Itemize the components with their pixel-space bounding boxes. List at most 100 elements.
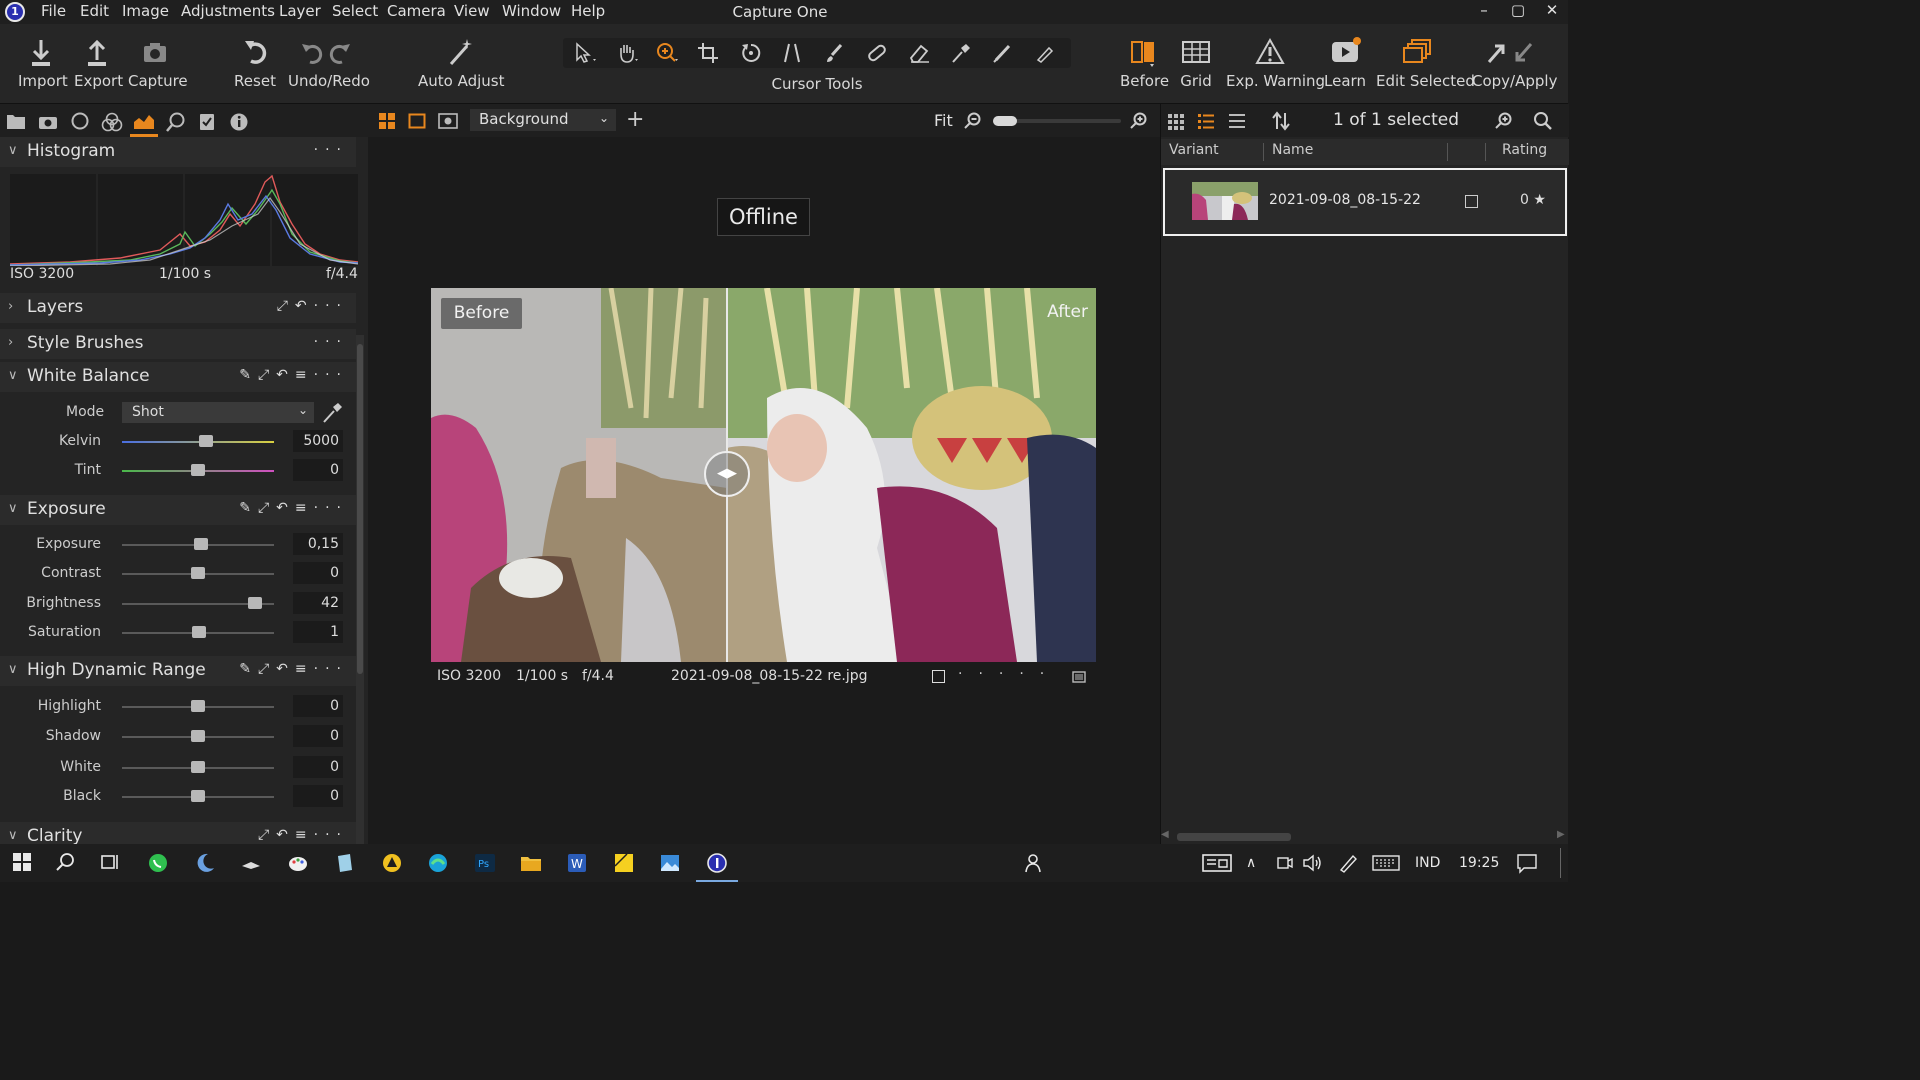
volume-icon[interactable] xyxy=(1302,852,1324,874)
browser-zoom-icon[interactable] xyxy=(1495,112,1513,130)
saturation-slider-knob[interactable] xyxy=(192,626,206,638)
photoshop-icon[interactable]: Ps xyxy=(474,852,496,874)
column-separator[interactable] xyxy=(1263,143,1264,161)
menu-image[interactable]: Image xyxy=(122,2,169,20)
search-icon[interactable] xyxy=(1533,111,1553,131)
meet-now-icon[interactable] xyxy=(1276,852,1294,874)
color-picker-icon[interactable] xyxy=(949,42,975,64)
word-icon[interactable]: W xyxy=(566,852,588,874)
sort-arrows-icon[interactable] xyxy=(1271,111,1291,131)
zoom-slider-thumb[interactable] xyxy=(993,116,1017,126)
wb-mode-select[interactable]: Shot ⌄ xyxy=(122,402,314,423)
sticky-notes-icon[interactable] xyxy=(613,852,635,874)
menu-edit[interactable]: Edit xyxy=(80,2,109,20)
menu-select[interactable]: Select xyxy=(332,2,378,20)
menu-help[interactable]: Help xyxy=(571,2,605,20)
photos-app-icon[interactable] xyxy=(659,852,681,874)
file-rating[interactable]: 0 ★ xyxy=(1520,192,1546,208)
close-icon[interactable]: ✕ xyxy=(1542,1,1562,19)
exposure-tab-icon[interactable] xyxy=(133,112,155,130)
white-balance-section-header[interactable]: ∨ White Balance ✎⤢↶≡··· xyxy=(0,362,356,392)
notification-center-icon[interactable] xyxy=(1516,852,1538,874)
tint-slider-knob[interactable] xyxy=(191,464,205,476)
exposure-section-header[interactable]: ∨ Exposure ✎⤢↶≡··· xyxy=(0,495,356,525)
chevron-up-icon[interactable]: ∧ xyxy=(1246,855,1256,871)
hdr-section-header[interactable]: ∨ High Dynamic Range ✎⤢↶≡··· xyxy=(0,656,356,686)
tint-value[interactable]: 0 xyxy=(293,459,343,481)
details-magnifier-tab-icon[interactable] xyxy=(166,112,186,132)
file-explorer-icon[interactable] xyxy=(520,852,542,874)
shadow-slider-knob[interactable] xyxy=(191,730,205,742)
before-after-drag-handle[interactable]: ◀▶ xyxy=(704,451,750,497)
undo-redo-button[interactable]: Undo/Redo xyxy=(288,36,370,90)
white-value[interactable]: 0 xyxy=(293,756,343,778)
kelvin-slider-knob[interactable] xyxy=(199,435,213,447)
clarity-section-header[interactable]: ∨ Clarity ⤢↶≡··· xyxy=(0,822,356,844)
grid-button[interactable]: Grid xyxy=(1178,36,1214,90)
show-desktop-button[interactable] xyxy=(1560,848,1561,878)
metadata-info-tab-icon[interactable] xyxy=(229,112,249,132)
menu-camera[interactable]: Camera xyxy=(387,2,446,20)
more-options-icon[interactable]: ··· xyxy=(314,142,348,158)
layer-select[interactable]: Background ⌄ xyxy=(470,109,616,131)
brightness-value[interactable]: 42 xyxy=(293,592,343,614)
minimize-icon[interactable]: – xyxy=(1474,1,1494,19)
layers-section-header[interactable]: › Layers ⤢↶··· xyxy=(0,293,356,323)
moon-app-icon[interactable] xyxy=(194,852,216,874)
kelvin-value[interactable]: 5000 xyxy=(293,430,343,452)
file-list-row[interactable]: 2021-09-08_08-15-22 0 ★ xyxy=(1163,168,1567,236)
select-cursor-icon[interactable] xyxy=(573,42,599,64)
column-separator[interactable] xyxy=(1485,143,1486,161)
eraser-icon[interactable] xyxy=(907,42,933,64)
exposure-value[interactable]: 0,15 xyxy=(293,533,343,555)
import-button[interactable]: Import xyxy=(18,36,68,90)
saturation-value[interactable]: 1 xyxy=(293,621,343,643)
people-icon[interactable] xyxy=(1023,852,1045,874)
white-balance-actions-icons[interactable]: ✎⤢↶≡··· xyxy=(239,367,348,383)
edge-browser-icon[interactable] xyxy=(427,852,449,874)
exposure-warning-button[interactable]: Exp. Warning xyxy=(1226,36,1325,90)
edit-selected-button[interactable]: Edit Selected xyxy=(1376,36,1475,90)
shadow-value[interactable]: 0 xyxy=(293,725,343,747)
more-options-icon[interactable]: ··· xyxy=(314,334,348,350)
input-language[interactable]: IND xyxy=(1415,855,1440,871)
zoom-in-icon[interactable] xyxy=(1130,112,1148,130)
histogram-section-header[interactable]: ∨ Histogram ··· xyxy=(0,137,356,167)
multi-view-icon[interactable] xyxy=(378,112,396,130)
color-circles-tab-icon[interactable] xyxy=(101,112,123,132)
exposure-actions-icons[interactable]: ✎⤢↶≡··· xyxy=(239,500,348,516)
capture-one-logo-icon[interactable]: 1 xyxy=(5,2,25,22)
clarity-actions-icons[interactable]: ⤢↶≡··· xyxy=(258,827,348,843)
gradient-pen-icon[interactable] xyxy=(1033,42,1059,64)
learn-button[interactable]: Learn xyxy=(1324,36,1366,90)
before-button[interactable]: Before xyxy=(1120,36,1169,90)
keystone-icon[interactable] xyxy=(781,42,807,64)
annotate-pen-icon[interactable] xyxy=(991,42,1017,64)
menu-layer[interactable]: Layer xyxy=(279,2,321,20)
brush-icon[interactable] xyxy=(823,42,849,64)
add-layer-icon[interactable]: + xyxy=(626,107,644,132)
column-variant[interactable]: Variant xyxy=(1169,142,1219,158)
news-widget-icon[interactable] xyxy=(1202,852,1232,874)
kelvin-slider-track[interactable] xyxy=(122,441,274,443)
copy-apply-button[interactable]: Copy/Apply xyxy=(1472,36,1557,90)
reset-button[interactable]: Reset xyxy=(234,36,276,90)
column-separator[interactable] xyxy=(1447,143,1448,161)
hdr-actions-icons[interactable]: ✎⤢↶≡··· xyxy=(239,661,348,677)
highlight-slider-knob[interactable] xyxy=(191,700,205,712)
scroll-right-icon[interactable]: ▶ xyxy=(1557,829,1565,840)
zoom-tool-icon[interactable] xyxy=(655,42,681,64)
maximize-icon[interactable]: ▢ xyxy=(1508,1,1528,19)
healing-bandage-icon[interactable] xyxy=(865,42,891,64)
black-slider-knob[interactable] xyxy=(191,790,205,802)
wb-picker-icon[interactable] xyxy=(321,402,343,424)
rotate-icon[interactable] xyxy=(739,42,765,64)
proof-eye-icon[interactable] xyxy=(438,112,458,130)
black-value[interactable]: 0 xyxy=(293,785,343,807)
adjustments-clipboard-tab-icon[interactable] xyxy=(198,112,216,130)
thumbnail-view-icon[interactable] xyxy=(1167,112,1185,130)
pen-input-icon[interactable] xyxy=(1337,852,1359,874)
pan-hand-icon[interactable] xyxy=(615,42,641,64)
menu-view[interactable]: View xyxy=(454,2,490,20)
zoom-out-icon[interactable] xyxy=(964,112,982,130)
